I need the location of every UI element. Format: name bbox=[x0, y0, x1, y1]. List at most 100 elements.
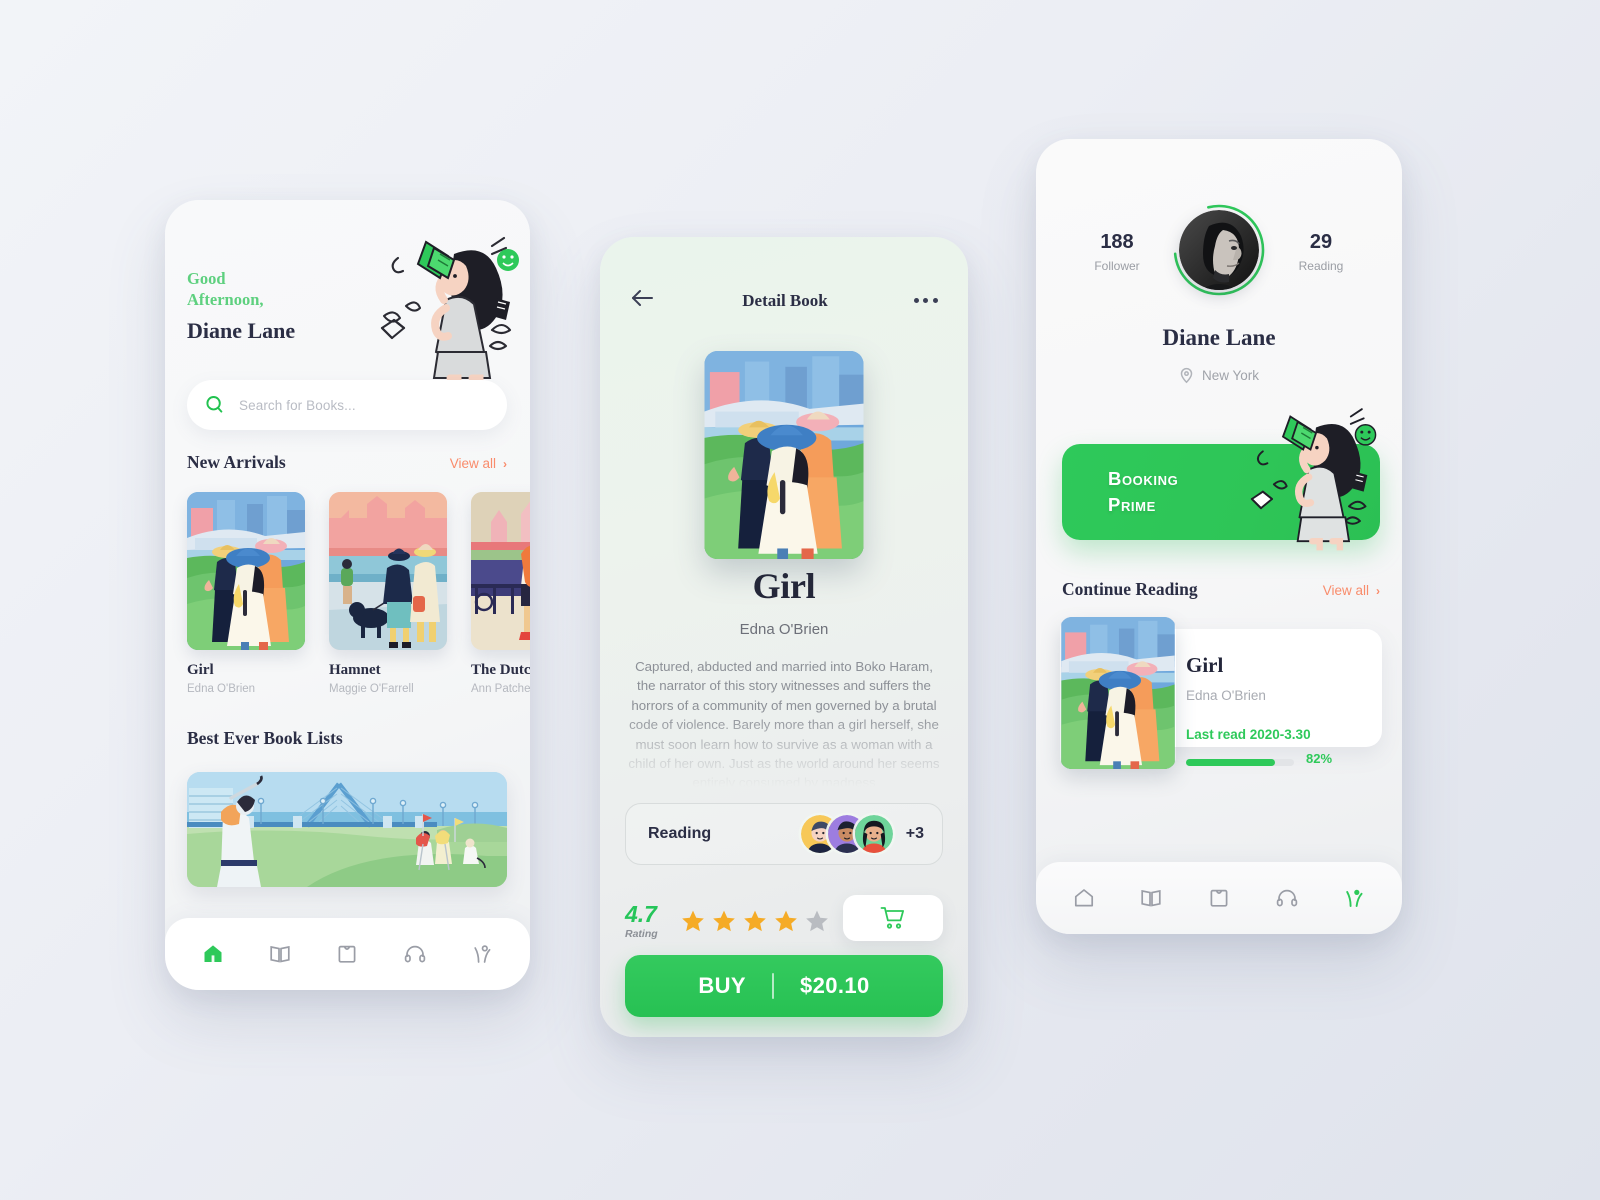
prime-text: Booking Prime bbox=[1108, 466, 1178, 519]
reading-label: Reading bbox=[648, 825, 712, 842]
search-placeholder: Search for Books... bbox=[239, 397, 356, 413]
book-card[interactable]: The Dutch Ann Patchett bbox=[471, 492, 530, 695]
greeting-block: Good Afternoon, Diane Lane bbox=[187, 268, 377, 344]
star-icon-filled bbox=[743, 910, 766, 932]
buy-label: BUY bbox=[698, 973, 746, 998]
back-button[interactable] bbox=[630, 287, 656, 314]
new-arrivals-title: New Arrivals bbox=[187, 452, 286, 472]
avatar-progress-ring bbox=[1171, 202, 1267, 298]
home-icon bbox=[1074, 889, 1093, 907]
book-cover bbox=[471, 492, 530, 650]
book-title: Hamnet bbox=[329, 662, 381, 678]
continue-reading-last-read: Last read 2020-3.30 bbox=[1186, 727, 1311, 742]
view-all-label: View all bbox=[1322, 583, 1369, 598]
greeting-line-1: Good bbox=[187, 269, 226, 288]
continue-reading-book-title: Girl bbox=[1186, 653, 1224, 677]
rating-value: 4.7 bbox=[625, 900, 657, 927]
follower-count: 188 bbox=[1100, 231, 1134, 253]
more-options-button[interactable] bbox=[913, 298, 938, 303]
bottom-nav bbox=[1036, 862, 1402, 934]
nav-profile[interactable] bbox=[1337, 881, 1371, 915]
book-author: Ann Patchett bbox=[471, 683, 530, 695]
detail-topbar: Detail Book bbox=[600, 287, 968, 314]
reader-avatars: +3 bbox=[801, 815, 924, 853]
book-card[interactable]: Girl Edna O'Brien bbox=[187, 492, 305, 695]
headphones-icon bbox=[404, 945, 426, 963]
continue-reading-title: Continue Reading bbox=[1062, 579, 1198, 599]
book-title: Girl bbox=[187, 662, 214, 678]
profile-location: New York bbox=[1036, 367, 1402, 384]
reading-label: Reading bbox=[1298, 259, 1344, 273]
back-arrow-icon bbox=[632, 290, 653, 306]
stat-reading: 29 Reading bbox=[1276, 231, 1366, 273]
home-icon bbox=[204, 945, 222, 962]
booking-prime-banner[interactable]: Booking Prime bbox=[1062, 444, 1380, 540]
star-icon-filled bbox=[774, 910, 797, 932]
chevron-right-icon: › bbox=[503, 456, 507, 471]
new-arrivals-header: New Arrivals View all › bbox=[187, 452, 507, 473]
home-screen: Good Afternoon, Diane Lane Search for Bo… bbox=[165, 200, 530, 990]
add-to-cart-button[interactable] bbox=[843, 895, 943, 941]
profile-screen: 188 Follower 29 Reading Diane Lane New Y… bbox=[1036, 139, 1402, 934]
buy-price: $20.10 bbox=[799, 973, 870, 998]
progress-fill bbox=[1186, 759, 1275, 766]
rating-row: 4.7 Rating bbox=[625, 895, 943, 945]
search-input[interactable]: Search for Books... bbox=[187, 380, 507, 430]
continue-reading-progress-bar bbox=[1186, 759, 1294, 766]
user-name: Diane Lane bbox=[187, 318, 296, 344]
continue-reading-progress-pct: 82% bbox=[1306, 751, 1333, 766]
best-lists-title: Best Ever Book Lists bbox=[187, 728, 343, 748]
book-icon bbox=[270, 945, 290, 963]
book-title: The Dutch bbox=[471, 662, 530, 678]
star-icon-filled bbox=[681, 910, 704, 932]
continue-reading-cover bbox=[1060, 617, 1176, 769]
rating-stars[interactable] bbox=[680, 908, 830, 934]
view-all-label: View all bbox=[449, 456, 496, 471]
nav-audio[interactable] bbox=[1270, 881, 1304, 915]
prime-reader-illustration bbox=[1217, 402, 1382, 552]
prime-line-1: Booking bbox=[1108, 468, 1179, 489]
location-label: New York bbox=[1201, 368, 1260, 383]
book-icon bbox=[1141, 889, 1162, 907]
avatar bbox=[855, 815, 893, 853]
nav-home[interactable] bbox=[196, 937, 230, 971]
continue-reading-view-all[interactable]: View all › bbox=[1323, 583, 1380, 598]
detail-book-cover bbox=[705, 351, 864, 559]
profile-name: Diane Lane bbox=[1162, 325, 1276, 350]
more-options-icon bbox=[913, 298, 919, 303]
nav-audio[interactable] bbox=[398, 937, 432, 971]
continue-reading-book-author: Edna O'Brien bbox=[1186, 688, 1266, 703]
nav-profile[interactable] bbox=[465, 937, 499, 971]
nav-bag[interactable] bbox=[330, 937, 364, 971]
nav-library[interactable] bbox=[1134, 881, 1168, 915]
stat-follower: 188 Follower bbox=[1072, 231, 1162, 273]
book-cover bbox=[329, 492, 447, 650]
nav-library[interactable] bbox=[263, 937, 297, 971]
headphones-icon bbox=[1276, 889, 1297, 907]
book-author: Maggie O'Farrell bbox=[329, 683, 414, 695]
pin-icon bbox=[1180, 367, 1193, 384]
bottom-nav bbox=[165, 918, 530, 990]
nav-bag[interactable] bbox=[1202, 881, 1236, 915]
reader-overflow-count: +3 bbox=[905, 825, 924, 842]
greeting-line-2: Afternoon, bbox=[187, 290, 264, 310]
detail-book-title: Girl bbox=[752, 566, 816, 606]
chevron-right-icon: › bbox=[1376, 583, 1380, 598]
buy-separator bbox=[771, 973, 774, 999]
detail-title: Detail Book bbox=[742, 290, 828, 310]
book-cover bbox=[187, 492, 305, 650]
book-card[interactable]: Hamnet Maggie O'Farrell bbox=[329, 492, 447, 695]
reading-count: 29 bbox=[1309, 231, 1333, 253]
reading-group[interactable]: Reading +3 bbox=[625, 803, 943, 865]
nav-home[interactable] bbox=[1067, 881, 1101, 915]
profile-avatar[interactable] bbox=[1179, 210, 1259, 290]
best-lists-header: Best Ever Book Lists bbox=[187, 728, 507, 749]
book-author: Edna O'Brien bbox=[187, 683, 256, 695]
new-arrivals-view-all[interactable]: View all › bbox=[450, 456, 507, 471]
best-lists-banner[interactable] bbox=[187, 772, 507, 887]
star-icon-empty bbox=[805, 910, 828, 932]
buy-button[interactable]: BUY $20.10 bbox=[625, 955, 943, 1017]
detail-book-author: Edna O'Brien bbox=[739, 621, 829, 638]
detail-description: Captured, abducted and married into Boko… bbox=[628, 659, 940, 787]
rating-value-block: 4.7 Rating bbox=[625, 900, 658, 940]
